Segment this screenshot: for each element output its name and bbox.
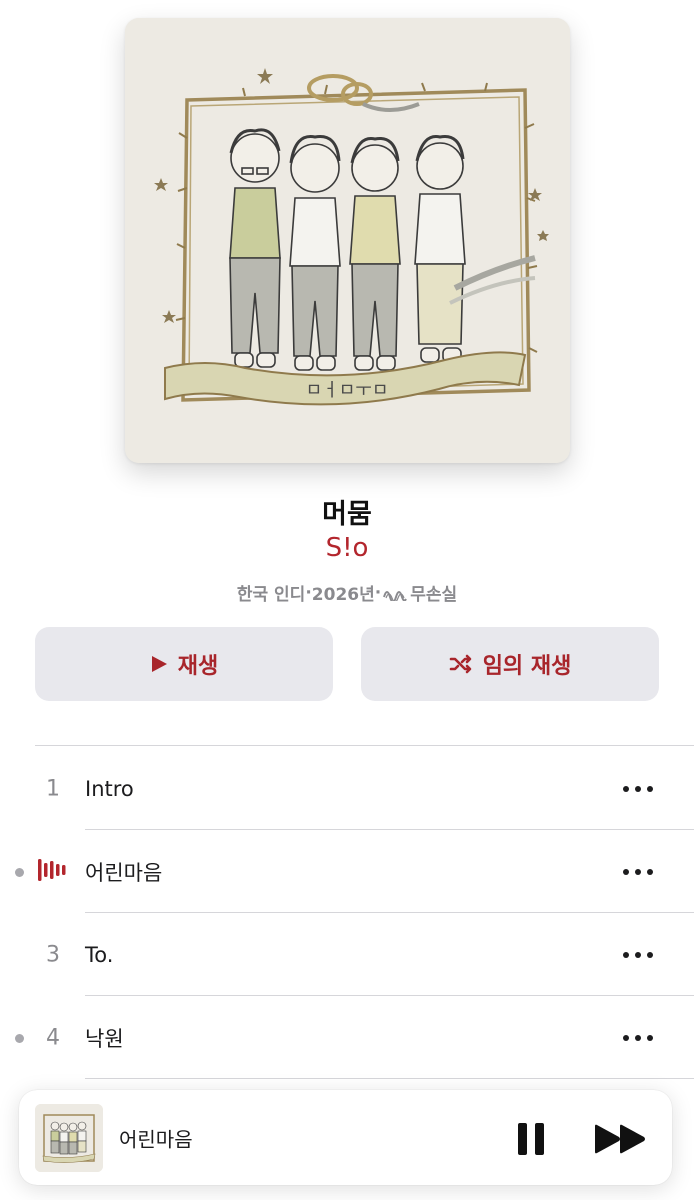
track-row[interactable]: 3 To. bbox=[0, 913, 694, 996]
more-icon[interactable] bbox=[623, 867, 653, 877]
now-playing-title: 어린마음 bbox=[119, 1127, 193, 1151]
album-artwork[interactable]: ㅁㅓㅁㅜㅁ bbox=[125, 18, 570, 463]
track-title: 어린마음 bbox=[85, 860, 163, 885]
album-artwork-illustration: ㅁㅓㅁㅜㅁ bbox=[125, 18, 570, 463]
now-playing-equalizer-icon bbox=[37, 857, 67, 887]
shuffle-button-label: 임의 재생 bbox=[482, 654, 572, 679]
pause-icon[interactable] bbox=[516, 1122, 546, 1160]
track-row[interactable]: 4 낙원 bbox=[0, 996, 694, 1079]
track-row[interactable]: 어린마음 bbox=[0, 830, 694, 913]
art-banner-text: ㅁㅓㅁㅜㅁ bbox=[306, 380, 389, 401]
downloaded-indicator-icon bbox=[15, 1033, 24, 1043]
meta-separator: · bbox=[374, 582, 382, 603]
play-icon bbox=[150, 655, 168, 673]
track-number: 1 bbox=[46, 776, 60, 801]
mini-player-artwork bbox=[35, 1104, 103, 1172]
mini-player[interactable]: 어린마음 bbox=[19, 1090, 672, 1185]
genre-label[interactable]: 한국 인디 bbox=[237, 580, 305, 605]
play-button-label: 재생 bbox=[177, 654, 219, 679]
track-number: 4 bbox=[46, 1025, 60, 1050]
lossless-label: 무손실 bbox=[410, 585, 458, 605]
more-icon[interactable] bbox=[623, 784, 653, 794]
more-icon[interactable] bbox=[623, 950, 653, 960]
play-button[interactable]: 재생 bbox=[35, 627, 333, 701]
track-title: Intro bbox=[85, 776, 134, 801]
shuffle-button[interactable]: 임의 재생 bbox=[361, 627, 659, 701]
tracklist-top-divider bbox=[35, 745, 694, 746]
album-meta: 한국 인디 · 2026년 · 무손실 bbox=[0, 580, 694, 606]
album-title: 머뭄 bbox=[322, 499, 372, 530]
track-row[interactable]: 1 Intro bbox=[0, 747, 694, 830]
next-track-icon[interactable] bbox=[594, 1124, 646, 1158]
artist-name[interactable]: S!o bbox=[0, 533, 694, 563]
year-label: 2026년 bbox=[311, 585, 375, 605]
track-divider bbox=[85, 1078, 694, 1079]
more-icon[interactable] bbox=[623, 1033, 653, 1043]
track-number: 3 bbox=[46, 942, 60, 967]
track-title: 낙원 bbox=[85, 1026, 124, 1051]
downloaded-indicator-icon bbox=[15, 867, 24, 877]
track-title: To. bbox=[85, 942, 114, 967]
shuffle-icon bbox=[449, 654, 473, 674]
lossless-icon bbox=[383, 586, 408, 603]
